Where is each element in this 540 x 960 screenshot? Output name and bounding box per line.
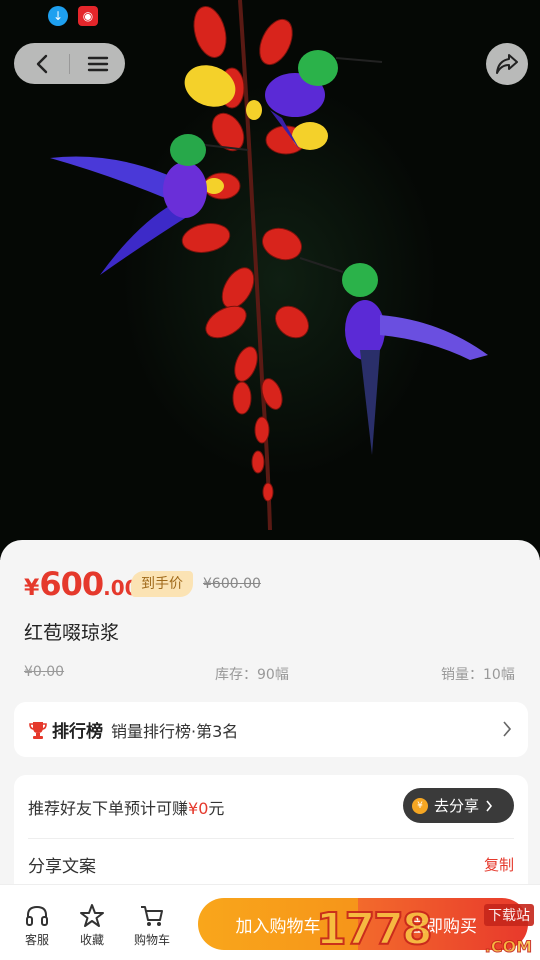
menu-button[interactable] — [70, 43, 125, 84]
share-earnings-text: 推荐好友下单预计可赚¥0元 — [28, 795, 224, 819]
share-earnings-amount: ¥0 — [188, 799, 209, 818]
go-share-button[interactable]: ¥ 去分享 — [403, 788, 514, 823]
go-share-label: 去分享 — [434, 797, 480, 815]
hummingbird-illustration — [50, 0, 488, 531]
stock-count: 库存：90幅 — [215, 667, 289, 683]
nav-capsule — [14, 43, 125, 84]
sales-count: 销量：10幅 — [441, 667, 515, 683]
price: ¥ 600 .00 — [24, 565, 139, 603]
cart-tab[interactable]: 购物车 — [124, 903, 180, 948]
headset-icon — [26, 905, 48, 926]
customer-service-label: 客服 — [24, 933, 49, 947]
favorite-label: 收藏 — [79, 933, 104, 947]
watermark-number: 1778 — [315, 903, 433, 956]
cart-label: 购物车 — [133, 933, 170, 947]
coin-icon: ¥ — [412, 797, 428, 814]
share-button[interactable] — [486, 43, 528, 85]
copy-button[interactable]: 复制 — [484, 854, 514, 875]
share-earnings-prefix: 推荐好友下单预计可赚 — [28, 799, 189, 818]
app-notification-icon: ◉ — [78, 6, 98, 26]
watermark-download-text: 下载站 — [484, 904, 534, 926]
chevron-right-small-icon — [486, 800, 493, 811]
share-copy-title: 分享文案 — [28, 857, 96, 877]
shopping-cart-icon — [141, 906, 163, 926]
ranking-logo: 排行榜 — [28, 717, 103, 742]
product-title: 红苞啜琼浆 — [24, 622, 120, 644]
product-image — [0, 0, 540, 560]
star-icon — [80, 904, 104, 927]
final-price-badge: 到手价 — [131, 571, 193, 597]
favorite-tab[interactable]: 收藏 — [64, 903, 120, 948]
watermark-domain: .COM — [484, 937, 532, 957]
back-button[interactable] — [14, 43, 69, 84]
price-currency: ¥ — [24, 576, 40, 601]
price-integer: 600 — [39, 565, 104, 603]
market-price: ¥0.00 — [24, 664, 65, 680]
site-watermark: 1778 下载站 .COM — [315, 898, 538, 960]
share-earnings-suffix: 元 — [208, 799, 225, 818]
menu-icon — [87, 56, 108, 71]
ranking-logo-text: 排行榜 — [52, 722, 103, 742]
ranking-card[interactable]: 排行榜 销量排行榜·第3名 — [14, 702, 528, 757]
chevron-left-icon — [36, 54, 47, 73]
share-card: 推荐好友下单预计可赚¥0元 ¥ 去分享 分享文案 复制 — [14, 775, 528, 895]
share-icon — [496, 54, 518, 74]
ranking-label: 销量排行榜·第3名 — [111, 721, 239, 741]
customer-service-tab[interactable]: 客服 — [9, 903, 65, 948]
trophy-icon — [29, 721, 47, 739]
download-notification-icon: ↓ — [48, 6, 68, 26]
original-price: ¥600.00 — [203, 576, 261, 592]
chevron-right-icon — [503, 721, 512, 737]
